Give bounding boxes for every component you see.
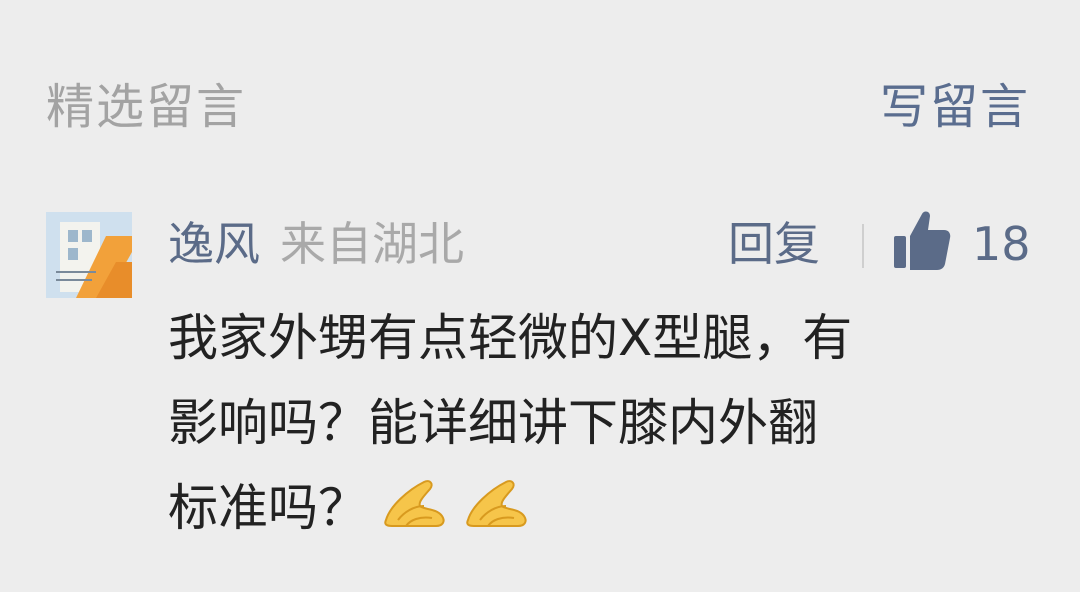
- folded-hands-icon: [462, 469, 532, 554]
- thumbs-up-icon: [894, 211, 951, 270]
- write-comment-button[interactable]: 写留言: [880, 74, 1030, 140]
- reply-button[interactable]: 回复: [728, 212, 820, 276]
- comment-body: 我家外甥有点轻微的X型腿，有 影响吗？能详细讲下膝内外翻 标准吗？: [168, 296, 1048, 554]
- comment-meta: 逸风 来自湖北: [168, 212, 464, 276]
- author-name[interactable]: 逸风: [168, 217, 260, 271]
- like-button[interactable]: [892, 208, 952, 272]
- section-title: 精选留言: [46, 79, 247, 135]
- action-divider: [862, 224, 864, 268]
- comment-line: 我家外甥有点轻微的X型腿，有: [168, 309, 853, 367]
- author-region: 来自湖北: [280, 217, 464, 271]
- like-count: 18: [972, 217, 1031, 271]
- comment-line-last: 标准吗？: [168, 466, 1048, 554]
- folded-hands-icon: [380, 469, 450, 554]
- comment-line-text: 标准吗？: [168, 479, 368, 537]
- comment-line: 影响吗？能详细讲下膝内外翻: [168, 394, 818, 452]
- avatar[interactable]: [46, 212, 132, 298]
